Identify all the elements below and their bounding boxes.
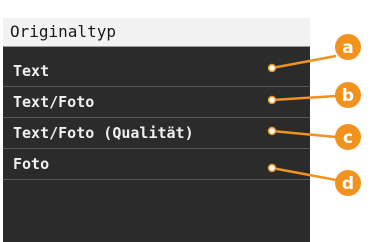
screen: Originaltyp Text Text/Foto Text/Foto (Qu… bbox=[0, 0, 370, 242]
menu-item-text-photo-quality[interactable]: Text/Foto (Qualität) bbox=[3, 118, 310, 149]
menu-item-label: Text/Foto bbox=[13, 93, 95, 111]
menu-item-label: Text/Foto (Qualität) bbox=[13, 124, 194, 142]
menu-item-photo[interactable]: Foto bbox=[3, 149, 310, 180]
menu-item-text[interactable]: Text bbox=[3, 56, 310, 87]
menu-item-label: Foto bbox=[13, 155, 50, 173]
callout-b-letter: b bbox=[342, 86, 354, 106]
callout-a-badge bbox=[335, 34, 361, 60]
callout-a-letter: a bbox=[342, 38, 353, 58]
menu-item-text-photo[interactable]: Text/Foto bbox=[3, 87, 310, 118]
menu-item-label: Text bbox=[13, 62, 50, 80]
callout-c-badge bbox=[335, 124, 361, 150]
title-bar: Originaltyp bbox=[3, 18, 310, 47]
page-title: Originaltyp bbox=[10, 22, 116, 41]
callout-d-badge bbox=[335, 170, 361, 196]
callout-b-badge bbox=[335, 82, 361, 108]
callout-d-letter: d bbox=[342, 174, 354, 194]
callout-c-letter: c bbox=[343, 128, 353, 148]
original-type-panel: Originaltyp Text Text/Foto Text/Foto (Qu… bbox=[3, 18, 310, 242]
